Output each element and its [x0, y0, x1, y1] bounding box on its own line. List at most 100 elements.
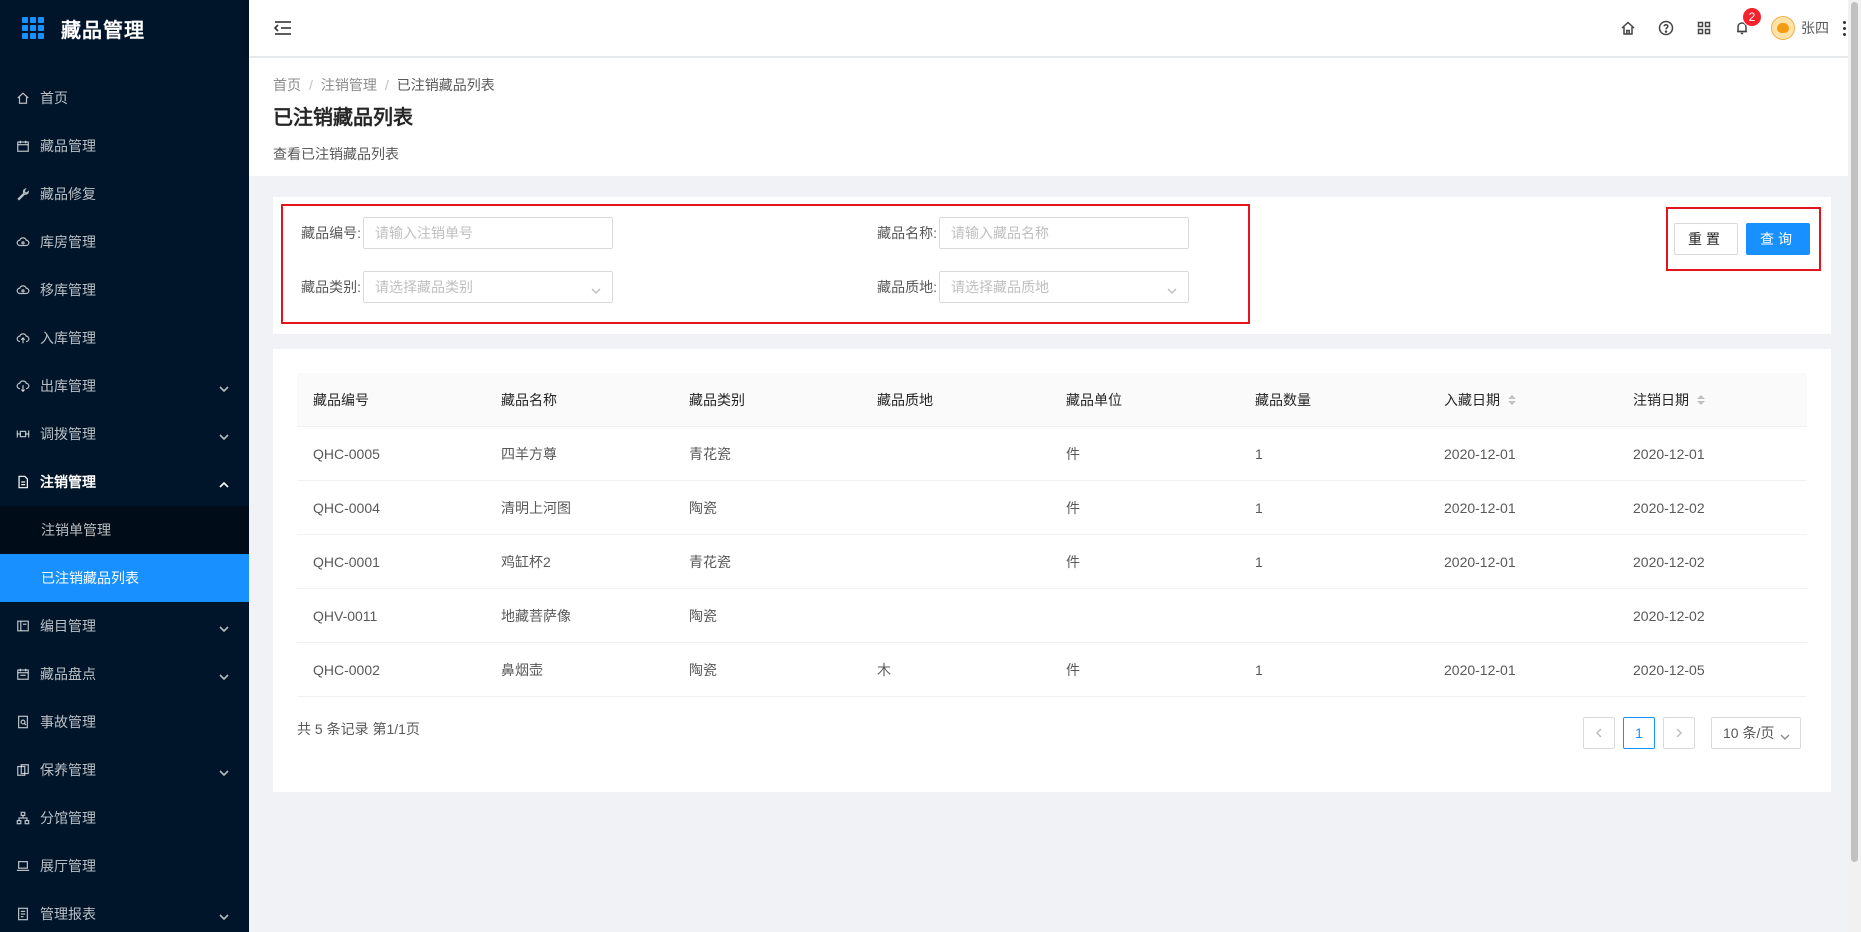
sidebar-item-13[interactable]: 分馆管理 [0, 794, 249, 842]
sidebar-item-4[interactable]: 移库管理 [0, 266, 249, 314]
chevron-down-icon [219, 621, 229, 633]
column-header-7[interactable]: 注销日期 [1617, 390, 1807, 410]
table-cell: 1 [1255, 553, 1263, 570]
table-cell: 2020-12-01 [1444, 499, 1516, 516]
code-input[interactable]: 请输入注销单号 [363, 217, 613, 249]
column-header-4: 藏品单位 [1050, 390, 1239, 410]
sidebar-item-label: 管理报表 [40, 906, 96, 922]
sidebar-item-label: 调拨管理 [40, 426, 96, 442]
page-1-button[interactable]: 1 [1623, 717, 1655, 749]
more-vertical-icon[interactable] [1841, 20, 1847, 36]
sidebar-item-12[interactable]: 保养管理 [0, 746, 249, 794]
table-cell: 2020-12-01 [1444, 445, 1516, 462]
code-label: 藏品编号: [301, 225, 361, 241]
breadcrumb-cancel-management[interactable]: 注销管理 [321, 75, 377, 95]
table-row[interactable]: QHV-0011 地藏菩萨像 陶瓷 2020-12-02 [297, 589, 1807, 643]
sidebar-item-label: 展厅管理 [40, 858, 96, 874]
chevron-down-icon [1780, 729, 1790, 740]
sidebar-item-0[interactable]: 首页 [0, 74, 249, 122]
table-cell: 清明上河图 [501, 499, 571, 516]
category-select[interactable]: 请选择藏品类别 [363, 271, 613, 303]
table-row[interactable]: QHC-0001 鸡缸杯2 青花瓷 件 1 2020-12-01 2020-12-02 [297, 535, 1807, 589]
sidebar-item-label: 入库管理 [40, 330, 96, 346]
table-cell: 1 [1255, 499, 1263, 516]
name-placeholder: 请输入藏品名称 [951, 225, 1049, 241]
table-row[interactable]: QHC-0002 鼻烟壶 陶瓷 木 件 1 2020-12-01 2020-12-05 [297, 643, 1807, 697]
sidebar-item-2[interactable]: 藏品修复 [0, 170, 249, 218]
sidebar-submenu: 注销单管理 已注销藏品列表 [0, 506, 249, 602]
home-icon[interactable] [1609, 0, 1647, 56]
table-cell: 陶瓷 [689, 607, 717, 624]
menu-fold-icon[interactable] [273, 18, 293, 38]
user-name: 张四 [1801, 20, 1829, 36]
cancelled-items-table: 藏品编号 藏品名称 藏品类别 藏品质地 藏品单位 藏品数量 入藏日期 注销日期 QHC-000… [297, 373, 1807, 697]
sidebar-item-10[interactable]: 藏品盘点 [0, 650, 249, 698]
column-header-1: 藏品名称 [485, 390, 673, 410]
sidebar-item-3[interactable]: 库房管理 [0, 218, 249, 266]
sidebar-subitem-0[interactable]: 注销单管理 [0, 506, 249, 554]
table-row[interactable]: QHC-0004 清明上河图 陶瓷 件 1 2020-12-01 2020-12-02 [297, 481, 1807, 535]
sidebar-item-14[interactable]: 展厅管理 [0, 842, 249, 890]
sidebar-item-8[interactable]: 注销管理 [0, 458, 249, 506]
name-input[interactable]: 请输入藏品名称 [939, 217, 1189, 249]
table-cell: 青花瓷 [689, 553, 731, 570]
sidebar-subitem-1[interactable]: 已注销藏品列表 [0, 554, 249, 602]
breadcrumb-separator: / [309, 77, 313, 93]
table-cell: 1 [1255, 661, 1263, 678]
vertical-scrollbar[interactable] [1848, 0, 1861, 932]
sidebar-item-1[interactable]: 藏品管理 [0, 122, 249, 170]
breadcrumb: 首页 / 注销管理 / 已注销藏品列表 [273, 74, 1824, 96]
prev-page-button[interactable] [1583, 717, 1615, 749]
apps-icon[interactable] [1685, 0, 1723, 56]
column-header-label: 藏品类别 [689, 391, 745, 408]
table-header: 藏品编号 藏品名称 藏品类别 藏品质地 藏品单位 藏品数量 入藏日期 注销日期 [297, 373, 1807, 427]
sidebar-menu: 首页 藏品管理 藏品修复 库房管理移库管理入库管理出库管理调拨管理注销管理 注销单管理已… [0, 74, 249, 932]
column-header-6[interactable]: 入藏日期 [1428, 390, 1617, 410]
sort-icon[interactable] [1697, 394, 1705, 405]
app-title: 藏品管理 [61, 19, 145, 42]
incident-icon [16, 715, 30, 729]
inventory-icon [16, 667, 30, 681]
sort-icon[interactable] [1508, 394, 1516, 405]
column-header-label: 藏品质地 [877, 391, 933, 408]
category-placeholder: 请选择藏品类别 [375, 279, 473, 295]
query-button[interactable]: 查询 [1746, 223, 1810, 255]
page-size-select[interactable]: 10 条/页 [1711, 717, 1801, 749]
table-cell: 2020-12-01 [1444, 661, 1516, 678]
sidebar-item-7[interactable]: 调拨管理 [0, 410, 249, 458]
cloud-upload-icon [16, 331, 30, 345]
table-row[interactable]: QHC-0005 四羊方尊 青花瓷 件 1 2020-12-01 2020-12-01 [297, 427, 1807, 481]
column-header-2: 藏品类别 [673, 390, 861, 410]
app-logo[interactable]: 藏品管理 [0, 0, 249, 56]
sidebar-item-6[interactable]: 出库管理 [0, 362, 249, 410]
wrench-icon [16, 187, 30, 201]
table-cell: QHV-0011 [313, 607, 378, 624]
breadcrumb-home[interactable]: 首页 [273, 75, 301, 95]
cloud-download-icon [16, 379, 30, 393]
sidebar-item-label: 移库管理 [40, 282, 96, 298]
sidebar-item-9[interactable]: 编目管理 [0, 602, 249, 650]
scrollbar-thumb[interactable] [1851, 2, 1858, 862]
table-cell: 陶瓷 [689, 499, 717, 516]
material-select[interactable]: 请选择藏品质地 [939, 271, 1189, 303]
bell-icon[interactable]: 2 [1723, 0, 1761, 56]
catalog-icon [16, 619, 30, 633]
laptop-icon [16, 859, 30, 873]
user-menu[interactable]: 张四 [1771, 16, 1829, 40]
table-cell: 陶瓷 [689, 661, 717, 678]
category-label: 藏品类别: [301, 279, 361, 295]
table-cell: QHC-0001 [313, 553, 380, 570]
chevron-down-icon [219, 909, 229, 921]
page-size-value: 10 条/页 [1723, 725, 1775, 741]
sidebar-item-5[interactable]: 入库管理 [0, 314, 249, 362]
top-header: 2 张四 [249, 0, 1861, 56]
help-icon[interactable] [1647, 0, 1685, 56]
name-label: 藏品名称: [877, 225, 937, 241]
avatar [1771, 16, 1795, 40]
sidebar-item-11[interactable]: 事故管理 [0, 698, 249, 746]
chevron-down-icon [219, 381, 229, 393]
sidebar-item-15[interactable]: 管理报表 [0, 890, 249, 932]
reset-button[interactable]: 重置 [1674, 223, 1738, 255]
next-page-button[interactable] [1663, 717, 1695, 749]
material-placeholder: 请选择藏品质地 [951, 279, 1049, 295]
